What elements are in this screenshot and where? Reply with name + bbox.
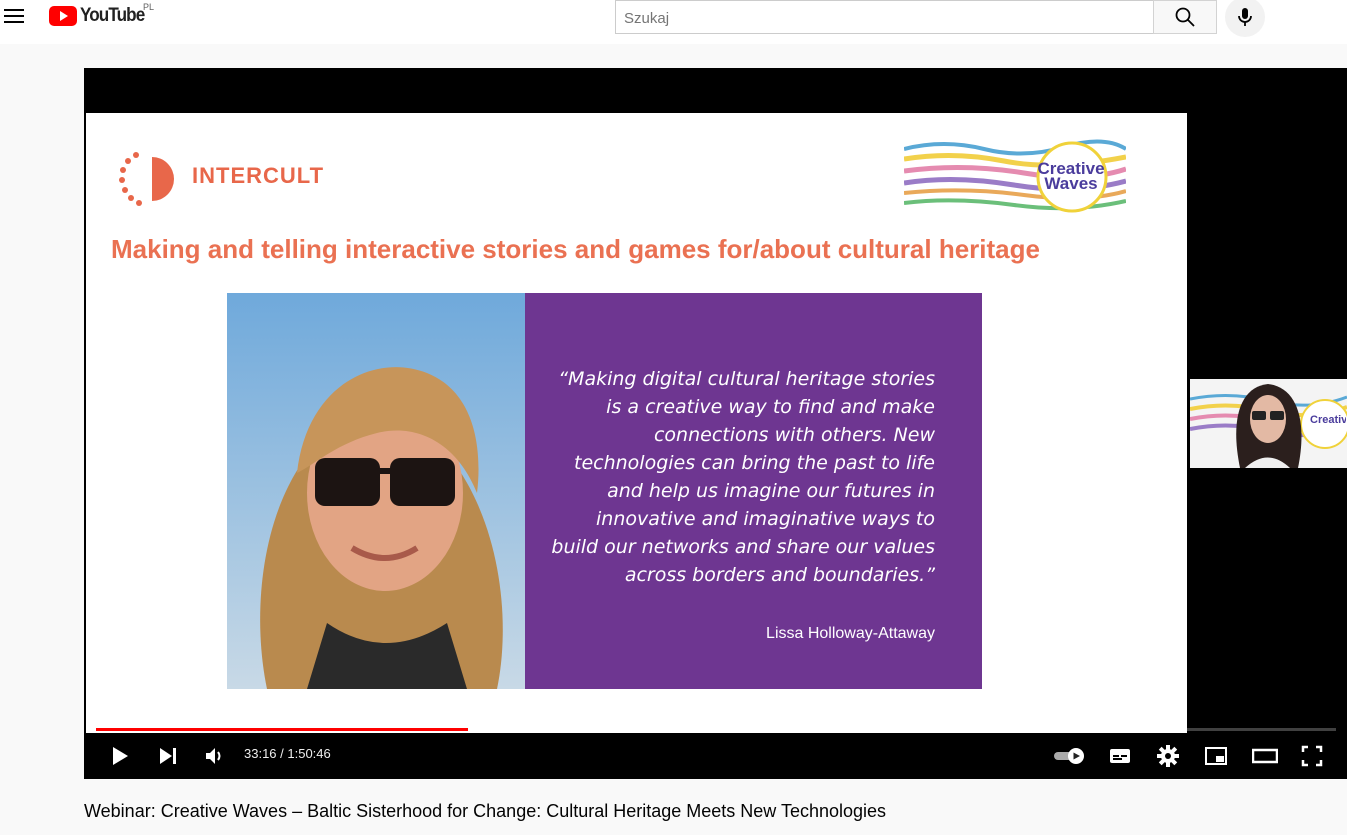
search-box — [615, 0, 1153, 34]
speaker-thumbnail: Creative Waves — [1190, 379, 1347, 468]
hamburger-icon[interactable] — [4, 9, 24, 25]
masthead: YouTube PL — [0, 0, 1347, 44]
quote-author: Lissa Holloway-Attaway — [766, 625, 935, 642]
volume-icon[interactable] — [203, 744, 227, 768]
play-icon[interactable] — [108, 744, 132, 768]
progress-bar[interactable] — [96, 728, 1336, 731]
voice-search-button[interactable] — [1225, 0, 1265, 37]
next-icon[interactable] — [156, 744, 180, 768]
logo-text: YouTube — [80, 5, 145, 26]
pip-creative-waves-label: Creative Waves — [1310, 415, 1346, 426]
miniplayer-icon[interactable] — [1204, 744, 1228, 768]
intercult-label: INTERCULT — [192, 163, 325, 188]
progress-played — [96, 728, 468, 731]
search-input[interactable] — [622, 2, 1146, 34]
youtube-play-icon — [49, 6, 77, 26]
slide-title: Making and telling interactive stories a… — [111, 234, 1040, 264]
mic-icon — [1238, 8, 1252, 26]
search-button[interactable] — [1153, 0, 1217, 34]
theater-icon[interactable] — [1252, 744, 1278, 768]
gear-icon[interactable] — [1156, 744, 1180, 768]
speaker-photo — [227, 293, 525, 689]
player-controls: 33:16 / 1:50:46 — [84, 732, 1347, 779]
country-code: PL — [143, 2, 155, 12]
quote-panel: “Making digital cultural heritage storie… — [525, 293, 982, 689]
video-frame-slide: INTERCULT Creative Waves Making and tell… — [86, 113, 1187, 733]
autoplay-toggle-icon[interactable] — [1052, 744, 1088, 768]
video-title: Webinar: Creative Waves – Baltic Sisterh… — [84, 801, 887, 821]
intercult-logo: INTERCULT — [106, 143, 346, 213]
quote-text: “Making digital cultural heritage storie… — [551, 368, 935, 586]
youtube-logo[interactable]: YouTube — [49, 5, 151, 26]
subtitles-icon[interactable] — [1108, 744, 1132, 768]
search-icon — [1175, 7, 1195, 27]
intercult-mark-icon — [119, 152, 174, 206]
time-display: 33:16 / 1:50:46 — [244, 746, 331, 761]
video-player[interactable]: INTERCULT Creative Waves Making and tell… — [84, 68, 1347, 779]
fullscreen-icon[interactable] — [1300, 744, 1324, 768]
creative-waves-label: Creative Waves — [1037, 159, 1105, 193]
